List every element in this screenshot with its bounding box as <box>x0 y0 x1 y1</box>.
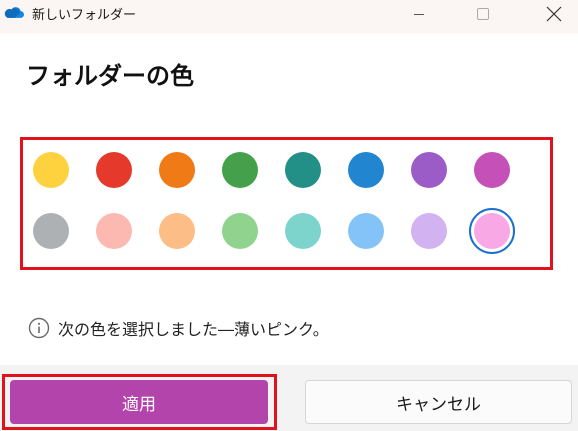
selection-status-text: 次の色を選択しました―薄いピンク。 <box>58 320 329 339</box>
maximize-icon <box>477 8 489 20</box>
minimize-button[interactable] <box>396 0 442 28</box>
color-swatch[interactable] <box>411 152 447 188</box>
onedrive-cloud-icon <box>4 7 24 18</box>
info-circle-icon <box>28 317 50 339</box>
window-title: 新しいフォルダー <box>32 8 137 23</box>
color-swatch[interactable] <box>33 152 69 188</box>
title-bar: 新しいフォルダー <box>0 0 578 34</box>
color-swatch[interactable] <box>474 152 510 188</box>
color-swatch[interactable] <box>348 213 384 249</box>
color-swatch[interactable] <box>411 213 447 249</box>
selection-status: 次の色を選択しました―薄いピンク。 <box>28 316 329 340</box>
color-swatch[interactable] <box>96 213 132 249</box>
color-swatch[interactable] <box>159 213 195 249</box>
folder-color-dialog: 新しいフォルダー フォルダーの色 次の色を選択しました―薄いピンク。 適用 キャ… <box>0 0 578 431</box>
color-swatch[interactable] <box>285 213 321 249</box>
color-swatch[interactable] <box>33 213 69 249</box>
color-swatch[interactable] <box>96 152 132 188</box>
color-swatch[interactable] <box>285 152 321 188</box>
close-button[interactable] <box>531 0 577 28</box>
maximize-button[interactable] <box>460 0 506 28</box>
color-swatch[interactable] <box>348 152 384 188</box>
dialog-heading: フォルダーの色 <box>26 62 194 90</box>
minimize-icon <box>414 14 424 15</box>
close-icon <box>546 6 562 22</box>
color-swatch[interactable] <box>159 152 195 188</box>
color-swatch[interactable] <box>469 208 515 254</box>
color-swatch[interactable] <box>222 152 258 188</box>
cancel-button[interactable]: キャンセル <box>305 380 572 424</box>
apply-button-highlight <box>2 374 277 430</box>
color-swatch[interactable] <box>222 213 258 249</box>
color-palette <box>20 137 553 270</box>
